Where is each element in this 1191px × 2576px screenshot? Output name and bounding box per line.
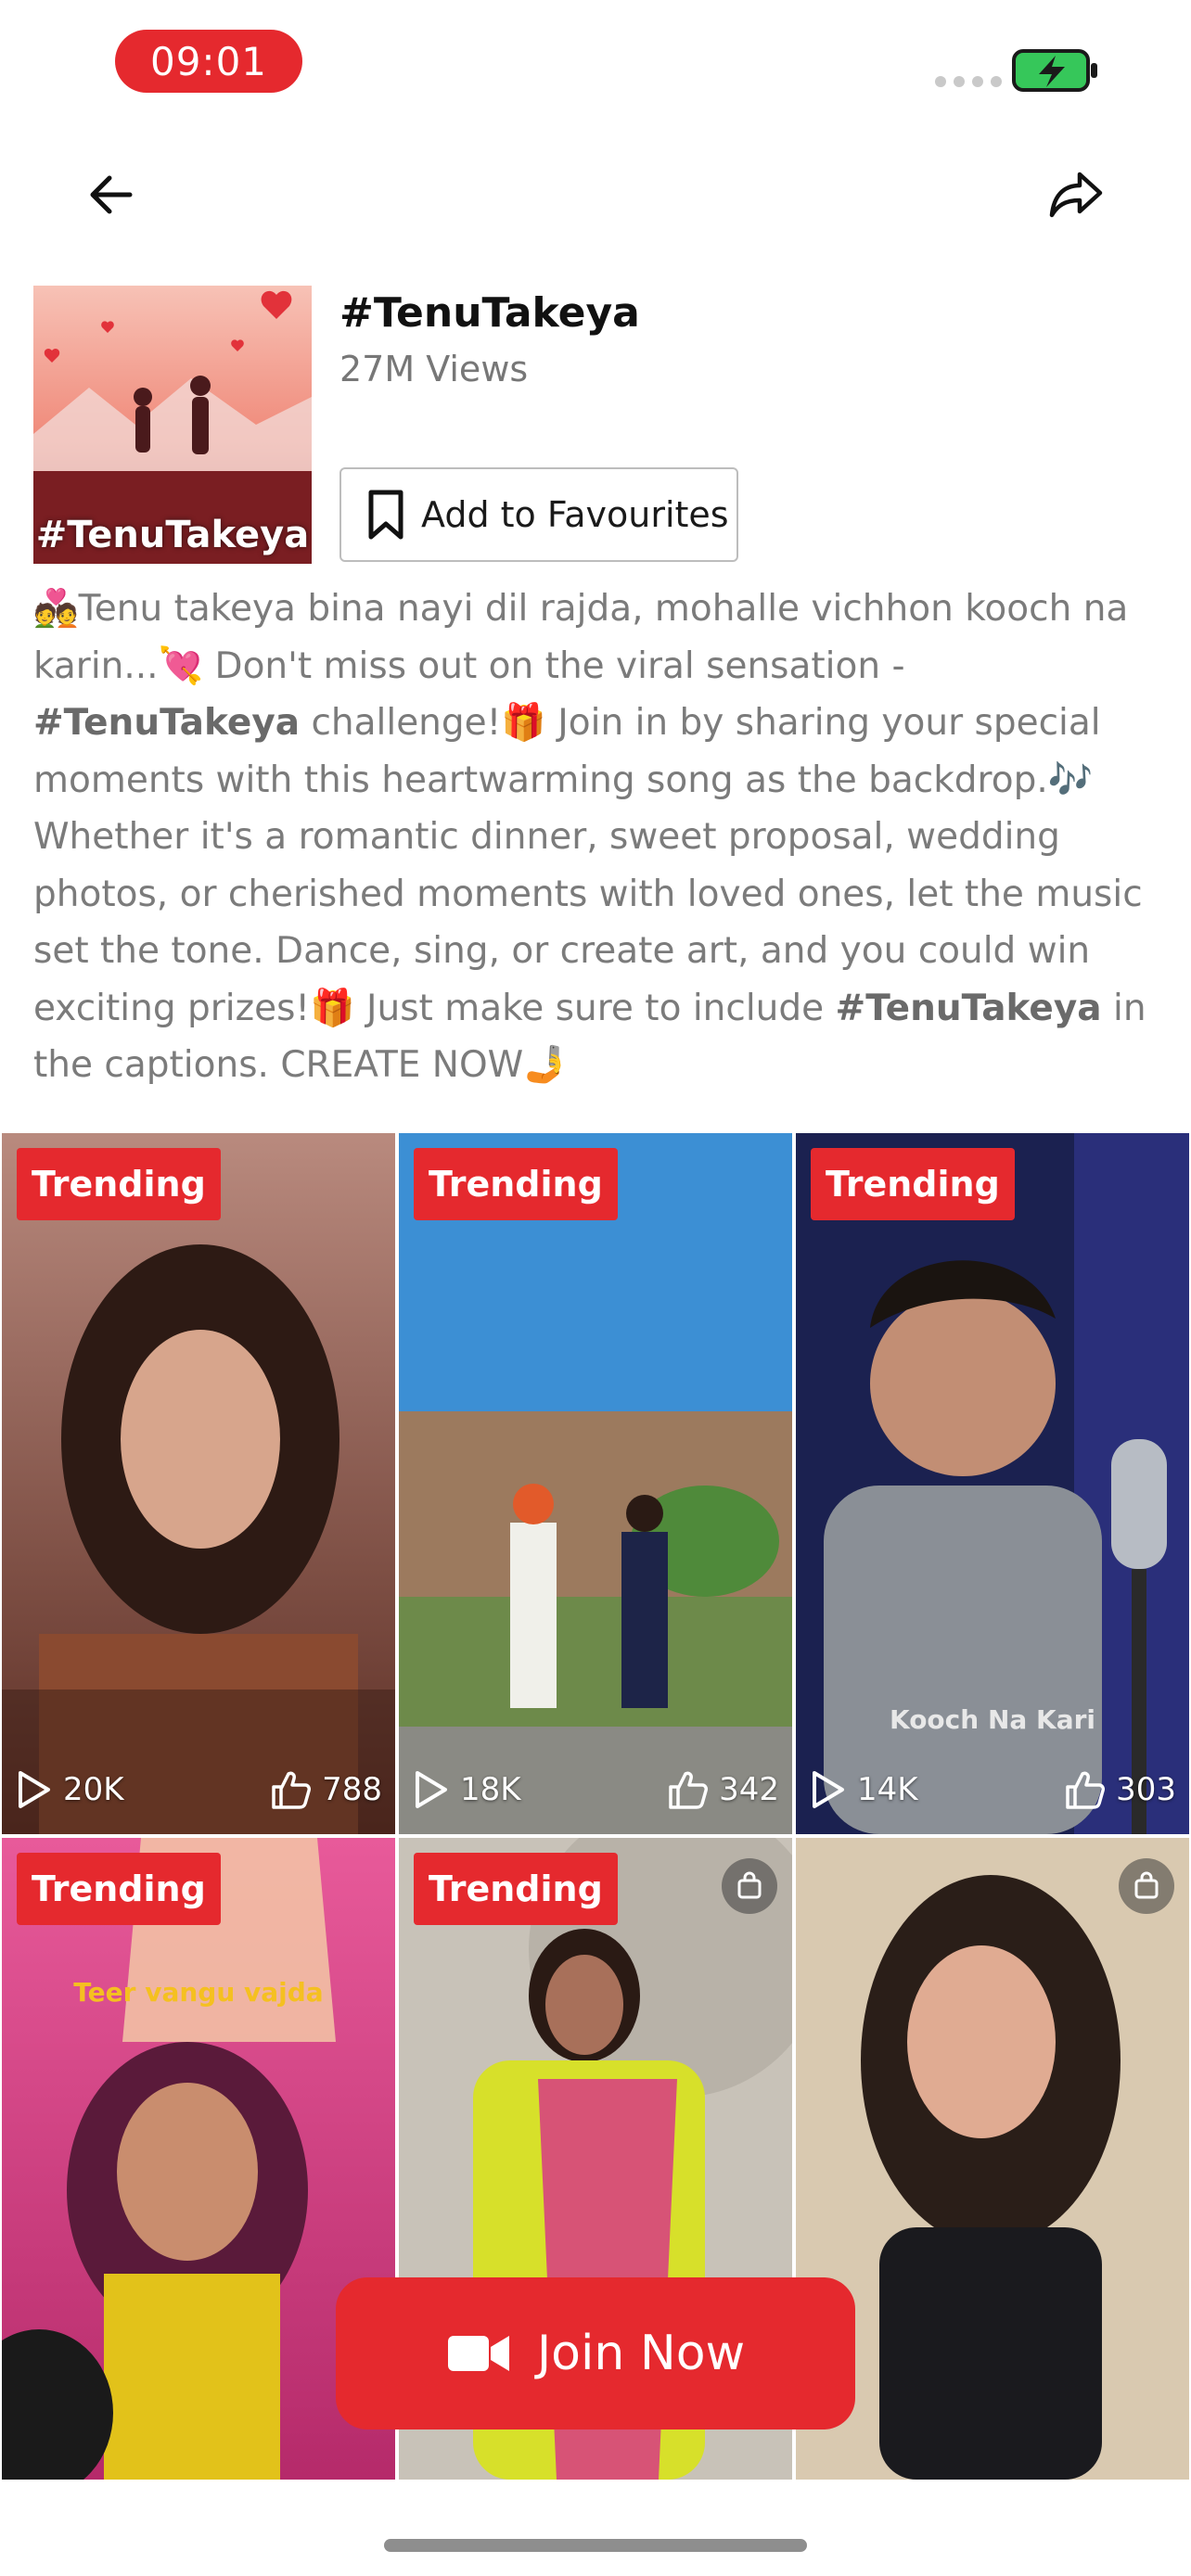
- selfie-emoji: 🤳: [523, 1044, 569, 1086]
- play-count: 20K: [63, 1771, 124, 1808]
- gift-emoji: 🎁: [501, 702, 546, 744]
- music-notes-emoji: 🎶: [1047, 759, 1094, 801]
- video-caption-overlay: Teer vangu vajda: [73, 1977, 324, 2008]
- shopping-bag-icon[interactable]: [1119, 1858, 1174, 1914]
- heart-emoji: 💘: [158, 644, 204, 687]
- like-count: 788: [322, 1771, 382, 1808]
- status-time: 09:01: [115, 30, 302, 93]
- signal-icon: [935, 76, 1002, 87]
- challenge-description: 💑Tenu takeya bina nayi dil rajda, mohall…: [33, 588, 1146, 1086]
- join-now-button[interactable]: Join Now: [336, 2277, 855, 2429]
- play-icon: [416, 1771, 447, 1808]
- video-tile[interactable]: Trending 20K 788: [2, 1133, 395, 1834]
- like-count: 303: [1116, 1771, 1176, 1808]
- video-tile[interactable]: Trending Kooch Na Kari 14K 303: [796, 1133, 1189, 1834]
- join-now-label: Join Now: [536, 2326, 746, 2381]
- bookmark-icon: [368, 490, 403, 540]
- hashtag-link[interactable]: #TenuTakeya: [33, 702, 300, 744]
- cover-title: #TenuTakeya: [35, 514, 310, 556]
- gift-emoji: 🎁: [310, 987, 355, 1029]
- share-arrow-icon: [1049, 172, 1103, 218]
- trending-badge: Trending: [811, 1148, 1015, 1220]
- play-icon: [19, 1771, 50, 1808]
- share-button[interactable]: [1039, 158, 1113, 232]
- trending-badge: Trending: [414, 1853, 618, 1925]
- challenge-cover-image: #TenuTakeya: [33, 286, 312, 564]
- view-count: 27M Views: [339, 349, 529, 389]
- arrow-left-icon: [90, 175, 133, 214]
- home-indicator[interactable]: [384, 2539, 807, 2552]
- video-caption-overlay: Kooch Na Kari: [889, 1704, 1096, 1735]
- video-tile[interactable]: Trending 18K 342: [399, 1133, 792, 1834]
- like-count: 342: [719, 1771, 779, 1808]
- couple-emoji: 💑: [33, 588, 79, 630]
- video-stats: 20K 788: [2, 1745, 395, 1834]
- video-stats: 18K 342: [399, 1745, 792, 1834]
- play-count: 14K: [857, 1771, 918, 1808]
- video-camera-icon: [447, 2336, 509, 2371]
- nav-bar: [0, 148, 1191, 241]
- status-bar: 09:01: [0, 0, 1191, 121]
- play-count: 18K: [460, 1771, 521, 1808]
- challenge-title: #TenuTakeya: [339, 289, 640, 337]
- thumbs-up-icon: [1066, 1771, 1106, 1809]
- hashtag-link[interactable]: #TenuTakeya: [836, 988, 1102, 1029]
- trending-badge: Trending: [414, 1148, 618, 1220]
- trending-badge: Trending: [17, 1853, 221, 1925]
- back-button[interactable]: [74, 158, 148, 232]
- play-icon: [813, 1771, 844, 1808]
- favourites-label: Add to Favourites: [421, 494, 729, 535]
- video-stats: 14K 303: [796, 1745, 1189, 1834]
- challenge-page: 09:01 #TenuTakeya #TenuTakeya 27M Views …: [0, 0, 1191, 2576]
- shopping-bag-icon[interactable]: [722, 1858, 777, 1914]
- add-to-favourites-button[interactable]: Add to Favourites: [339, 467, 738, 562]
- thumbs-up-icon: [669, 1771, 709, 1809]
- trending-badge: Trending: [17, 1148, 221, 1220]
- thumbs-up-icon: [272, 1771, 312, 1809]
- battery-charging-icon: [1012, 49, 1097, 92]
